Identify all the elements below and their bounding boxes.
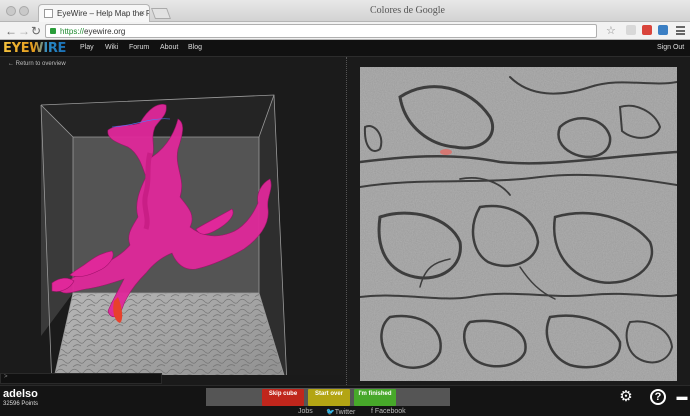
console-prompt: > [4, 374, 8, 380]
titlebar-profile-text: Colores de Google [370, 5, 445, 16]
lock-icon [50, 28, 56, 34]
url-host: eyewire.org [84, 27, 126, 36]
finished-button[interactable]: I'm finished [354, 389, 396, 406]
start-over-label: Start over [314, 391, 343, 397]
user-points: 32596 Points [3, 401, 39, 407]
username[interactable]: adelso [3, 388, 38, 400]
3d-neuron-view[interactable] [0, 57, 346, 388]
extension-icon-3[interactable] [658, 25, 668, 35]
nav-forum[interactable]: Forum [129, 44, 149, 51]
return-to-overview-link[interactable]: ← Return to overview [8, 61, 66, 67]
help-icon[interactable]: ? [650, 389, 666, 405]
minimize-window-icon[interactable] [19, 6, 29, 16]
star-icon[interactable]: ☆ [606, 24, 616, 37]
skip-cube-button[interactable]: Skip cube [262, 389, 304, 406]
facebook-link[interactable]: f Facebook [371, 408, 406, 415]
nav-about[interactable]: About [160, 44, 178, 51]
url-scheme: https:// [60, 27, 85, 36]
back-arrow-icon[interactable]: ← [5, 24, 17, 38]
eyewire-logo[interactable]: EYEWIRE [3, 41, 66, 56]
nav-wiki[interactable]: Wiki [105, 44, 118, 51]
close-window-icon[interactable] [6, 6, 16, 16]
browser-tab[interactable]: EyeWire – Help Map the Reti × [38, 4, 150, 22]
jobs-link[interactable]: Jobs [298, 408, 313, 415]
reload-icon[interactable]: ↻ [31, 24, 41, 38]
site-navbar: EYEWIRE Play Wiki Forum About Blog Sign … [0, 40, 690, 57]
forward-arrow-icon[interactable]: → [18, 24, 30, 38]
twitter-bird-icon: 🐦 [326, 409, 335, 416]
twitter-link[interactable]: 🐦Twitter [326, 408, 355, 416]
browser-titlebar: EyeWire – Help Map the Reti × Colores de… [0, 0, 690, 22]
tab-close-icon[interactable]: × [140, 8, 145, 18]
start-over-button[interactable]: Start over [308, 389, 350, 406]
sign-out-link[interactable]: Sign Out [657, 44, 684, 51]
em-slice-image[interactable] [360, 67, 677, 381]
address-bar[interactable]: https://eyewire.org [45, 24, 597, 38]
skip-cube-label: Skip cube [268, 391, 298, 397]
finished-label: I'm finished [358, 391, 392, 397]
extension-icon-1[interactable] [626, 25, 636, 35]
eyewire-favicon-icon [44, 9, 53, 18]
chat-icon[interactable]: ▬ [674, 389, 690, 405]
new-tab-button[interactable] [150, 8, 172, 19]
chat-console-input[interactable]: > [0, 373, 162, 384]
gear-icon[interactable]: ⚙ [618, 389, 634, 405]
nav-blog[interactable]: Blog [188, 44, 202, 51]
tab-title: EyeWire – Help Map the Reti [57, 9, 150, 18]
extension-icon-2[interactable] [642, 25, 652, 35]
3d-viewer-panel[interactable] [0, 57, 346, 388]
nav-play[interactable]: Play [80, 44, 94, 51]
browser-toolbar: ← → ↻ https://eyewire.org ☆ [0, 22, 690, 40]
menu-icon[interactable] [676, 26, 685, 35]
